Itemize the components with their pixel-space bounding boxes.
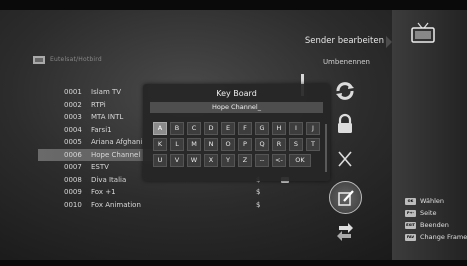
edit-button[interactable] xyxy=(329,181,362,214)
key-x[interactable]: X xyxy=(204,154,218,167)
channel-name: RTPi xyxy=(91,100,106,109)
tv-icon xyxy=(411,22,435,43)
legend-item: EXIT Beenden xyxy=(405,220,467,232)
channel-number: 0002 xyxy=(64,100,82,109)
key-m[interactable]: M xyxy=(187,138,201,151)
remote-key-icon: FAV xyxy=(405,234,416,241)
channel-name: ESTV xyxy=(91,163,109,171)
remote-key-icon: P+- xyxy=(405,210,416,217)
keyboard-scrollbar xyxy=(325,124,327,172)
key-backspace[interactable]: <- xyxy=(272,154,286,167)
key-c[interactable]: C xyxy=(187,122,201,135)
channel-name: Fox Animation xyxy=(91,200,141,209)
delete-icon[interactable] xyxy=(334,148,356,170)
key-l[interactable]: L xyxy=(170,138,184,151)
channel-row[interactable]: 0010 Fox Animation $ xyxy=(38,199,300,212)
channel-number: 0003 xyxy=(64,113,82,121)
key-y[interactable]: Y xyxy=(221,154,235,167)
channel-name: Hope Channel xyxy=(91,150,141,159)
key-e[interactable]: E xyxy=(221,122,235,135)
key-k[interactable]: K xyxy=(153,138,167,151)
channel-number: 0004 xyxy=(64,125,82,134)
bottom-bar xyxy=(0,260,467,266)
channel-row[interactable]: 0009 Fox +1 $ xyxy=(38,186,300,199)
button-legend: OK Wählen P+- Seite EXIT Beenden FAV Change Fra… xyxy=(405,196,467,244)
channel-number: 0001 xyxy=(64,88,82,96)
key-f[interactable]: F xyxy=(238,122,252,135)
lock-icon[interactable] xyxy=(334,113,356,135)
satellite-label: Eutelsat/Hotbird xyxy=(50,56,102,63)
remote-key-icon: EXIT xyxy=(405,222,416,229)
key-w[interactable]: W xyxy=(187,154,201,167)
key-o[interactable]: O xyxy=(221,138,235,151)
channel-number: 0007 xyxy=(64,163,82,171)
key-j[interactable]: J xyxy=(306,122,320,135)
key-d[interactable]: D xyxy=(204,122,218,135)
edit-icon xyxy=(338,190,354,206)
key-t[interactable]: T xyxy=(306,138,320,151)
channel-number: 0006 xyxy=(64,150,82,159)
channel-name: Diva Italia xyxy=(91,175,127,184)
header-pointer xyxy=(386,36,392,48)
top-bar xyxy=(0,0,467,10)
legend-item: OK Wählen xyxy=(405,196,467,208)
key-r[interactable]: R xyxy=(272,138,286,151)
legend-item: P+- Seite xyxy=(405,208,467,220)
key-s[interactable]: S xyxy=(289,138,303,151)
refresh-icon[interactable] xyxy=(334,80,356,102)
key-ok[interactable]: OK xyxy=(289,154,311,167)
scrambled-flag: $ xyxy=(256,188,261,196)
key-v[interactable]: V xyxy=(170,154,184,167)
channel-number: 0005 xyxy=(64,138,82,146)
key-a[interactable]: A xyxy=(153,122,167,135)
channel-name: Islam TV xyxy=(91,88,122,96)
legend-label: Change Frame xyxy=(420,233,467,241)
key-b[interactable]: B xyxy=(170,122,184,135)
keyboard-dialog: Key Board Hope Channel_ ABCDEFGHIJ KLMNOP… xyxy=(143,84,330,181)
key-p[interactable]: P xyxy=(238,138,252,151)
legend-label: Seite xyxy=(420,209,437,217)
key-h[interactable]: H xyxy=(272,122,286,135)
tv-screen: Sender bearbeiten Umbenennen Eutelsat/Ho… xyxy=(0,0,467,266)
key-i[interactable]: I xyxy=(289,122,303,135)
channel-name: Fox +1 xyxy=(91,188,116,196)
move-icon[interactable] xyxy=(334,220,356,242)
legend-item: FAV Change Frame xyxy=(405,232,467,244)
satellite-row: Eutelsat/Hotbird xyxy=(32,55,162,67)
keyboard-title: Key Board xyxy=(216,89,257,98)
channel-number: 0010 xyxy=(64,200,82,209)
legend-label: Wählen xyxy=(420,197,445,205)
key-n[interactable]: N xyxy=(204,138,218,151)
key-g[interactable]: G xyxy=(255,122,269,135)
page-title: Sender bearbeiten xyxy=(304,36,384,46)
remote-key-icon: OK xyxy=(405,198,416,205)
scrambled-flag: $ xyxy=(256,200,261,209)
channel-number: 0008 xyxy=(64,175,82,184)
rename-input[interactable]: Hope Channel_ xyxy=(150,102,323,113)
key-u[interactable]: U xyxy=(153,154,167,167)
key-dash[interactable]: -- xyxy=(255,154,269,167)
page-subtitle: Umbenennen xyxy=(322,58,370,66)
channel-number: 0009 xyxy=(64,188,82,196)
satellite-icon xyxy=(33,56,45,64)
channel-name: Ariana Afghani xyxy=(91,138,143,146)
legend-label: Beenden xyxy=(420,221,449,229)
key-q[interactable]: Q xyxy=(255,138,269,151)
channel-name: MTA INTL xyxy=(91,113,124,121)
channel-name: Farsi1 xyxy=(91,125,112,134)
key-z[interactable]: Z xyxy=(238,154,252,167)
